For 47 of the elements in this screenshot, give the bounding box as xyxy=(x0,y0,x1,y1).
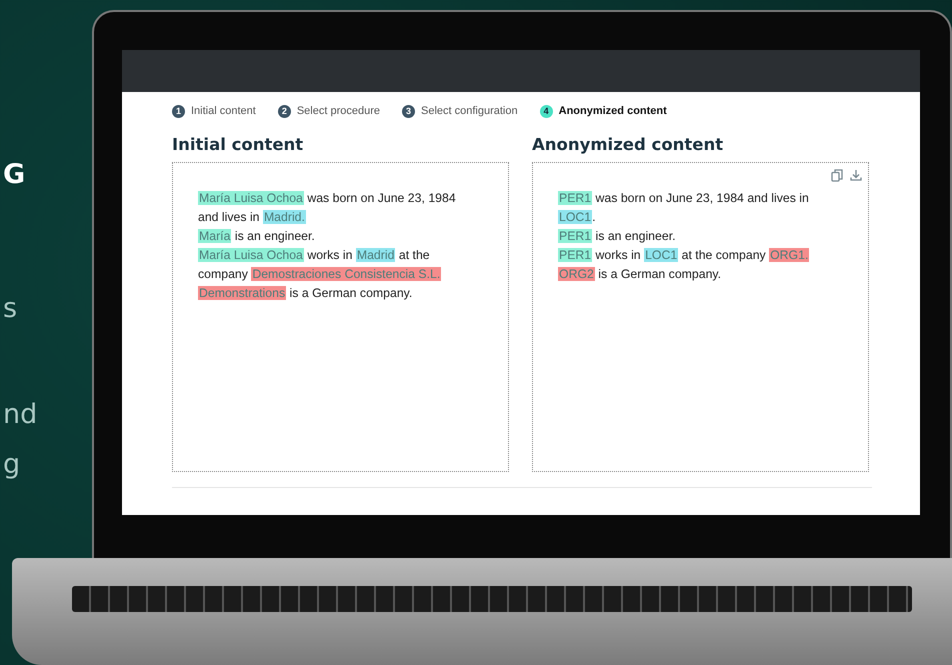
entity-highlight: Demostraciones Consistencia S.L. xyxy=(251,267,442,281)
body-text: is an engineer. xyxy=(594,229,676,243)
background-text: nd xyxy=(3,398,38,432)
step-number: 1 xyxy=(172,104,185,118)
entity-highlight: María xyxy=(198,229,232,243)
entity-highlight: LOC1 xyxy=(644,248,678,262)
body-text: and lives in xyxy=(198,210,261,224)
entity-highlight: Madrid. xyxy=(262,210,306,224)
step-number: 4 xyxy=(540,104,553,118)
step-number: 3 xyxy=(402,104,415,118)
entity-highlight: Demonstrations xyxy=(198,286,286,300)
body-text: is a German company. xyxy=(597,267,722,281)
body-text: is a German company. xyxy=(288,286,412,300)
background-text: s xyxy=(3,292,18,326)
body-text: . xyxy=(592,210,596,224)
step-number: 2 xyxy=(278,104,291,118)
panel-title: Initial content xyxy=(172,135,304,154)
panel-title: Anonymized content xyxy=(532,135,724,154)
wizard-step[interactable]: 3 Select configuration xyxy=(402,104,518,118)
copy-icon[interactable] xyxy=(831,169,843,182)
background-text: g xyxy=(3,448,20,482)
download-icon[interactable] xyxy=(850,169,862,181)
entity-highlight: Madrid xyxy=(356,248,396,262)
entity-highlight: ORG1. xyxy=(769,248,810,262)
body-text: works in xyxy=(594,248,642,262)
wizard-step[interactable]: 1 Initial content xyxy=(172,104,256,118)
entity-highlight: ORG2 xyxy=(558,267,595,281)
step-label: Initial content xyxy=(191,105,256,117)
entity-highlight: María Luisa Ochoa xyxy=(198,191,304,205)
entity-highlight: PER1 xyxy=(558,248,592,262)
body-text: at the company xyxy=(680,248,767,262)
step-label: Anonymized content xyxy=(558,105,667,117)
entity-highlight: PER1 xyxy=(558,229,592,243)
body-text: at the xyxy=(398,248,430,262)
wizard-step[interactable]: 2 Select procedure xyxy=(278,104,380,118)
entity-highlight: LOC1 xyxy=(558,210,592,224)
background-text: G xyxy=(3,158,26,192)
body-text: was born on June 23, 1984 xyxy=(306,191,456,205)
wizard-step[interactable]: 4 Anonymized content xyxy=(540,104,667,118)
body-text: company xyxy=(198,267,249,281)
entity-highlight: María Luisa Ochoa xyxy=(198,248,304,262)
body-text: works in xyxy=(306,248,354,262)
body-text: was born on June 23, 1984 and lives in xyxy=(594,191,809,205)
entity-highlight: PER1 xyxy=(558,191,592,205)
step-label: Select configuration xyxy=(421,105,518,117)
step-label: Select procedure xyxy=(296,105,380,117)
body-text: is an engineer. xyxy=(234,229,315,243)
